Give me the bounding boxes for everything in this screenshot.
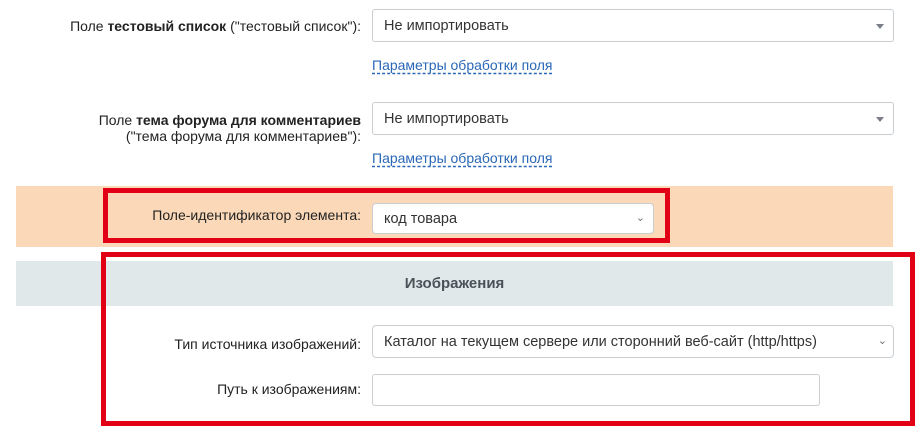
dropdown-arrow-icon <box>876 117 884 122</box>
element-id-highlight <box>103 188 670 243</box>
test-list-label: Поле тестовый список ("тестовый список")… <box>70 18 361 34</box>
images-section-highlight <box>101 252 915 426</box>
test-list-params-link[interactable]: Параметры обработки поля <box>372 57 552 73</box>
forum-topic-label: Поле тема форума для комментариев ("тема… <box>98 112 361 144</box>
forum-topic-select[interactable]: Не импортировать <box>372 102 894 135</box>
dropdown-arrow-icon <box>876 24 884 29</box>
test-list-select[interactable]: Не импортировать <box>372 9 894 42</box>
forum-topic-params-link[interactable]: Параметры обработки поля <box>372 150 552 166</box>
